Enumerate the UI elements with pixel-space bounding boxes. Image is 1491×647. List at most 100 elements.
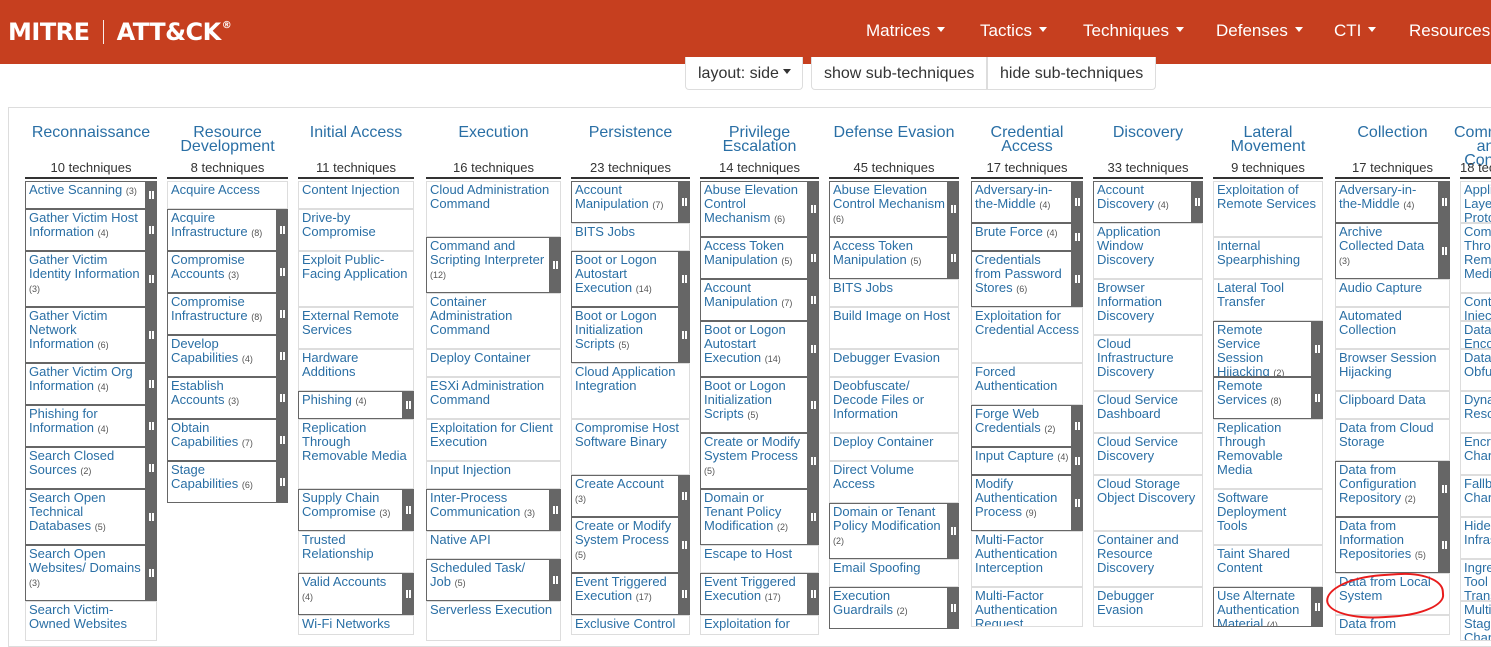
technique-cell[interactable]: Compromise Accounts (3) (167, 251, 277, 293)
technique-cell[interactable]: Forced Authentication (971, 363, 1083, 405)
expand-subtechniques-handle[interactable] (1072, 251, 1083, 307)
technique-cell[interactable]: Fallback Channels (1460, 475, 1491, 517)
technique-cell[interactable]: Content Injection (1460, 293, 1491, 321)
technique-cell[interactable]: Email Spoofing (829, 559, 959, 587)
technique-cell[interactable]: Input Capture (4) (971, 447, 1072, 475)
tactic-header-initial-access[interactable]: Initial Access (292, 125, 420, 141)
expand-subtechniques-handle[interactable] (277, 419, 288, 461)
nav-defenses[interactable]: Defenses (1216, 21, 1303, 41)
tactic-header-defense-evasion[interactable]: Defense Evasion (823, 125, 965, 141)
technique-cell[interactable]: Container Administration Command (426, 293, 561, 349)
technique-cell[interactable]: Event Triggered Execution (17) (700, 573, 808, 615)
expand-subtechniques-handle[interactable] (948, 587, 959, 629)
nav-techniques[interactable]: Techniques (1083, 21, 1185, 41)
expand-subtechniques-handle[interactable] (277, 377, 288, 419)
technique-cell[interactable]: Gather Victim Identity Information (3) (25, 251, 146, 307)
tactic-header-persistence[interactable]: Persistence (565, 125, 696, 141)
expand-subtechniques-handle[interactable] (1072, 405, 1083, 447)
technique-cell[interactable]: Scheduled Task/ Job (5) (426, 559, 550, 601)
expand-subtechniques-handle[interactable] (146, 363, 157, 405)
technique-cell[interactable]: Inter-Process Communication (3) (426, 489, 550, 531)
expand-subtechniques-handle[interactable] (550, 489, 561, 531)
technique-cell[interactable]: Forge Web Credentials (2) (971, 405, 1072, 447)
tactic-header-reconnaissance[interactable]: Reconnaissance (19, 125, 163, 141)
technique-cell[interactable]: Exploitation for Client Execution (426, 419, 561, 461)
technique-cell[interactable]: Exploit Public-Facing Application (298, 251, 414, 307)
tactic-header-lateral-movement[interactable]: Lateral Movement (1207, 125, 1329, 155)
technique-cell[interactable]: Exploitation of Remote Services (1213, 181, 1323, 237)
tactic-header-execution[interactable]: Execution (420, 125, 567, 141)
nav-tactics[interactable]: Tactics (980, 21, 1047, 41)
expand-subtechniques-handle[interactable] (1312, 587, 1323, 627)
expand-subtechniques-handle[interactable] (808, 377, 819, 433)
technique-cell[interactable]: Adversary-in-the-Middle (4) (971, 181, 1072, 223)
technique-cell[interactable]: Internal Spearphishing (1213, 237, 1323, 279)
technique-cell[interactable]: Develop Capabilities (4) (167, 335, 277, 377)
technique-cell[interactable]: Application Window Discovery (1093, 223, 1203, 279)
technique-cell[interactable]: Phishing (4) (298, 391, 403, 419)
technique-cell[interactable]: Data from Information Repositories (5) (1335, 517, 1439, 573)
technique-cell[interactable]: Multi-Stage Channels (1460, 601, 1491, 641)
technique-cell[interactable]: Brute Force (4) (971, 223, 1072, 251)
expand-subtechniques-handle[interactable] (1072, 447, 1083, 475)
expand-subtechniques-handle[interactable] (1072, 223, 1083, 251)
expand-subtechniques-handle[interactable] (1439, 461, 1450, 517)
expand-subtechniques-handle[interactable] (277, 293, 288, 335)
technique-cell[interactable]: Wi-Fi Networks (298, 615, 414, 635)
expand-subtechniques-handle[interactable] (679, 475, 690, 517)
nav-cti[interactable]: CTI (1334, 21, 1377, 41)
technique-cell[interactable]: Use Alternate Authentication Material (4… (1213, 587, 1312, 627)
tactic-header-credential-access[interactable]: Credential Access (965, 125, 1089, 155)
technique-cell[interactable]: Archive Collected Data (3) (1335, 223, 1439, 279)
expand-subtechniques-handle[interactable] (146, 489, 157, 545)
technique-cell[interactable]: Communication Through Removable Media (1460, 223, 1491, 293)
expand-subtechniques-handle[interactable] (808, 279, 819, 321)
technique-cell[interactable]: Domain or Tenant Policy Modification (2) (829, 503, 948, 559)
expand-subtechniques-handle[interactable] (679, 181, 690, 223)
technique-cell[interactable]: Valid Accounts (4) (298, 573, 403, 615)
expand-subtechniques-handle[interactable] (679, 251, 690, 307)
technique-cell[interactable]: External Remote Services (298, 307, 414, 349)
hide-subtechniques-button[interactable]: hide sub-techniques (987, 57, 1156, 90)
technique-cell[interactable]: Native API (426, 531, 561, 559)
technique-cell[interactable]: Abuse Elevation Control Mechanism (6) (700, 181, 808, 237)
expand-subtechniques-handle[interactable] (277, 251, 288, 293)
technique-cell[interactable]: Access Token Manipulation (5) (700, 237, 808, 279)
technique-cell[interactable]: Audio Capture (1335, 279, 1450, 307)
expand-subtechniques-handle[interactable] (1439, 181, 1450, 223)
expand-subtechniques-handle[interactable] (808, 433, 819, 489)
nav-matrices[interactable]: Matrices (866, 21, 946, 41)
expand-subtechniques-handle[interactable] (146, 447, 157, 489)
technique-cell[interactable]: Data from Configuration Repository (2) (1335, 461, 1439, 517)
technique-cell[interactable]: Data Obfuscation (1460, 349, 1491, 391)
expand-subtechniques-handle[interactable] (948, 503, 959, 559)
technique-cell[interactable]: Direct Volume Access (829, 461, 959, 503)
technique-cell[interactable]: Modify Authentication Process (9) (971, 475, 1072, 531)
expand-subtechniques-handle[interactable] (550, 237, 561, 293)
technique-cell[interactable]: Acquire Access (167, 181, 288, 209)
technique-cell[interactable]: Gather Victim Host Information (4) (25, 209, 146, 251)
technique-cell[interactable]: Software Deployment Tools (1213, 489, 1323, 545)
technique-cell[interactable]: Create Account (3) (571, 475, 679, 517)
technique-cell[interactable]: Account Discovery (4) (1093, 181, 1192, 223)
technique-cell[interactable]: Browser Information Discovery (1093, 279, 1203, 335)
technique-cell[interactable]: Cloud Application Integration (571, 363, 690, 419)
expand-subtechniques-handle[interactable] (403, 391, 414, 419)
technique-cell[interactable]: Container and Resource Discovery (1093, 531, 1203, 587)
expand-subtechniques-handle[interactable] (679, 573, 690, 615)
expand-subtechniques-handle[interactable] (277, 461, 288, 503)
technique-cell[interactable]: Compromise Infrastructure (8) (167, 293, 277, 335)
technique-cell[interactable]: Hide Infrastructure (1460, 517, 1491, 559)
technique-cell[interactable]: Replication Through Removable Media (1213, 419, 1323, 489)
technique-cell[interactable]: Compromise Host Software Binary (571, 419, 690, 475)
technique-cell[interactable]: Boot or Logon Initialization Scripts (5) (700, 377, 808, 433)
technique-cell[interactable]: ESXi Administration Command (426, 377, 561, 419)
technique-cell[interactable]: Abuse Elevation Control Mechanism (6) (829, 181, 948, 237)
technique-cell[interactable]: Cloud Infrastructure Discovery (1093, 335, 1203, 391)
technique-cell[interactable]: BITS Jobs (829, 279, 959, 307)
technique-cell[interactable]: Boot or Logon Initialization Scripts (5) (571, 307, 679, 363)
tactic-header-discovery[interactable]: Discovery (1087, 125, 1209, 141)
expand-subtechniques-handle[interactable] (277, 335, 288, 377)
expand-subtechniques-handle[interactable] (808, 237, 819, 279)
expand-subtechniques-handle[interactable] (146, 307, 157, 363)
